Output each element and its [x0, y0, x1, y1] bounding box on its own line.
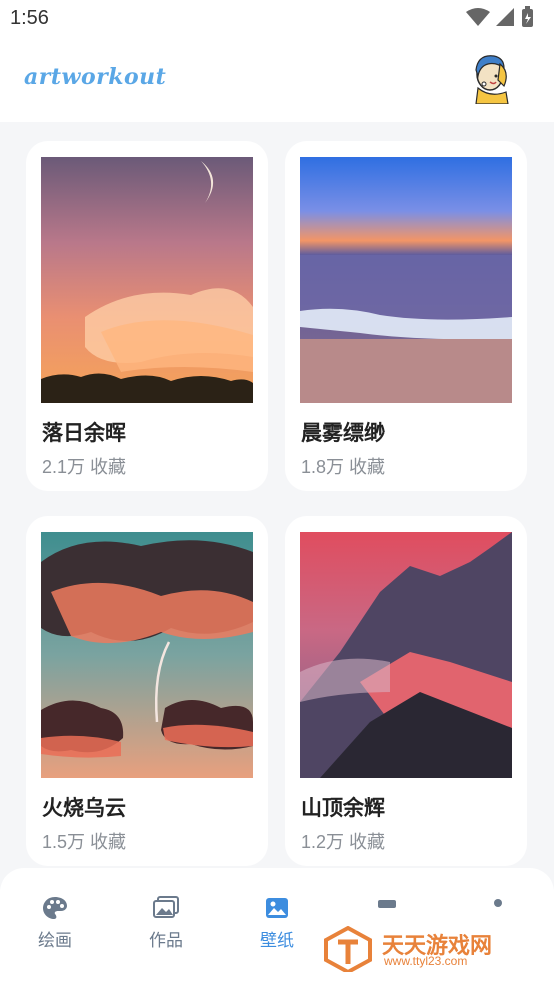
- wallpaper-image: [300, 157, 512, 403]
- status-time: 1:56: [10, 7, 49, 29]
- watermark-url: www.ttyl23.com: [384, 954, 468, 968]
- wifi-icon: [466, 8, 490, 26]
- wallpaper-card[interactable]: 火烧乌云 1.5万 收藏: [26, 516, 268, 866]
- nav-item-profile[interactable]: [453, 896, 543, 920]
- status-bar: 1:56: [0, 0, 554, 38]
- palette-icon: [43, 897, 67, 919]
- signal-icon: [496, 8, 514, 26]
- nav-item-paint[interactable]: 绘画: [10, 896, 100, 951]
- battery-icon: [522, 6, 533, 27]
- nav-item-label: 作品: [149, 931, 183, 950]
- card-favorites: 1.8万 收藏: [301, 457, 386, 477]
- card-favorites: 1.5万 收藏: [42, 832, 127, 852]
- wallpaper-card[interactable]: 山顶余辉 1.2万 收藏: [285, 516, 527, 866]
- nav-item-4[interactable]: [342, 896, 432, 920]
- card-title: 落日余晖: [42, 422, 126, 445]
- partially-hidden-icon: [378, 900, 396, 908]
- gallery-icon: [153, 896, 179, 918]
- watermark: 天天游戏网 www.ttyl23.com: [322, 924, 522, 974]
- image-icon: [266, 898, 288, 918]
- wallpaper-image: [41, 157, 253, 403]
- card-favorites: 2.1万 收藏: [42, 457, 127, 477]
- nav-item-wallpaper[interactable]: 壁纸: [232, 896, 322, 951]
- profile-icon: [494, 899, 502, 907]
- app-logo: artworkout: [24, 64, 167, 90]
- nav-item-label: 壁纸: [260, 931, 294, 950]
- card-title: 火烧乌云: [42, 797, 126, 820]
- card-title: 山顶余辉: [301, 797, 385, 820]
- wallpaper-image: [41, 532, 253, 778]
- wallpaper-card[interactable]: 晨雾缥缈 1.8万 收藏: [285, 141, 527, 491]
- status-icons: [464, 6, 544, 35]
- wallpaper-image: [300, 532, 512, 778]
- app-header: artworkout: [0, 38, 554, 122]
- nav-item-label: 绘画: [38, 931, 72, 950]
- card-favorites: 1.2万 收藏: [301, 832, 386, 852]
- card-title: 晨雾缥缈: [301, 422, 385, 445]
- avatar[interactable]: [468, 52, 516, 105]
- nav-item-works[interactable]: 作品: [121, 896, 211, 951]
- watermark-logo-icon: [324, 926, 372, 972]
- wallpaper-card[interactable]: 落日余晖 2.1万 收藏: [26, 141, 268, 491]
